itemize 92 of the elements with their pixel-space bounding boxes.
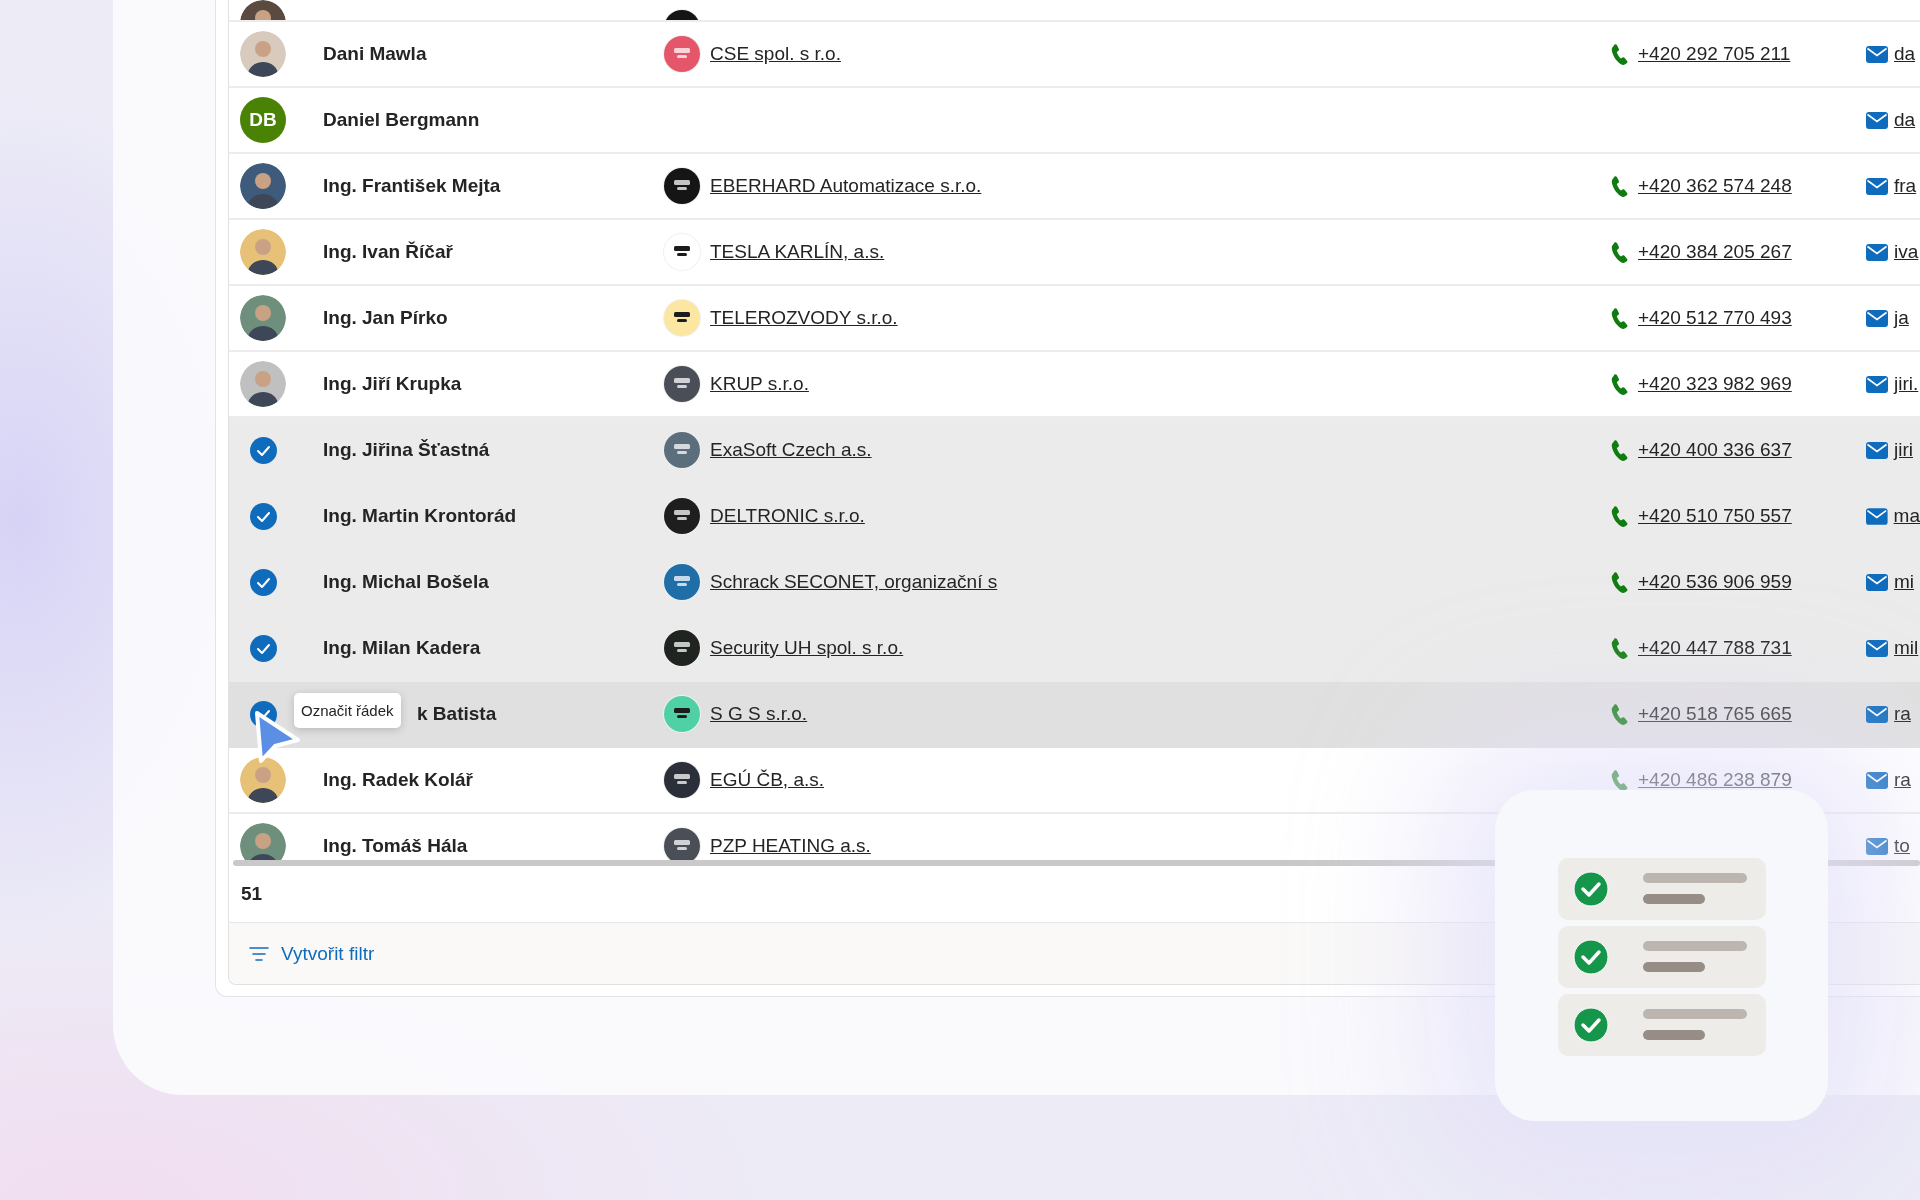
email-link[interactable]: mi	[1894, 571, 1915, 593]
email-link[interactable]: jiri	[1894, 439, 1913, 461]
phone-link[interactable]: +420 384 205 267	[1638, 241, 1792, 263]
contact-name: Ing. Radek Kolář	[323, 769, 473, 790]
mail-icon	[1866, 705, 1888, 723]
create-filter-button[interactable]: Vytvořit filtr	[247, 938, 377, 969]
contact-name: Ing. František Mejta	[323, 175, 501, 196]
tooltip: Označit řádek	[294, 693, 401, 728]
avatar-icon	[240, 229, 286, 275]
company-link[interactable]: Schrack SECONET, organizační s	[710, 571, 998, 593]
company-link[interactable]: KRUP s.r.o.	[710, 373, 809, 395]
mail-icon	[1866, 243, 1888, 261]
phone-link[interactable]: +420 512 770 493	[1638, 307, 1792, 329]
company-link[interactable]: CSE spol. s r.o.	[710, 43, 841, 65]
mail-icon	[1866, 639, 1888, 657]
table-row[interactable]: Ing. Milan Kadera Security UH spol. s r.o. +420 447 788 731 mil	[229, 616, 1920, 682]
email-link[interactable]: jiri.	[1894, 373, 1919, 395]
email-link[interactable]: ma	[1893, 505, 1920, 527]
checkbox[interactable]	[250, 634, 277, 662]
company-link[interactable]: TELEROZVODY s.r.o.	[710, 307, 898, 329]
contact-name: Ing. Ivan Říčař	[323, 241, 453, 262]
mail-icon	[1866, 375, 1888, 393]
phone-icon	[1610, 43, 1630, 65]
company-link[interactable]: PZP HEATING a.s.	[710, 835, 871, 857]
email-link[interactable]: ja	[1894, 307, 1909, 329]
avatar-initials: DB	[240, 97, 286, 143]
table-row[interactable]: Ing. Jiřina Šťastná ExaSoft Czech a.s. +420 400 336 637 jiri	[229, 418, 1920, 484]
email-link[interactable]: da	[1894, 109, 1916, 131]
mail-icon	[1866, 309, 1888, 327]
phone-link[interactable]: +420 536 906 959	[1638, 571, 1792, 593]
avatar-icon	[240, 361, 286, 407]
checkbox[interactable]	[250, 568, 277, 596]
phone-icon	[1610, 241, 1630, 263]
email-link[interactable]: ra	[1894, 703, 1911, 725]
avatar-icon	[240, 31, 286, 77]
contact-name: Ing. Tomáš Hála	[323, 835, 468, 856]
mail-icon	[1866, 573, 1888, 591]
phone-link[interactable]: +420 510 750 557	[1638, 505, 1792, 527]
checkbox[interactable]	[250, 436, 277, 464]
mail-icon	[1866, 771, 1888, 789]
mail-icon	[1866, 837, 1888, 855]
company-link[interactable]: S G S s.r.o.	[710, 703, 808, 725]
mail-icon	[1866, 45, 1888, 63]
contact-name: Ing. Martin Krontorád	[323, 505, 517, 526]
avatar-icon	[240, 757, 286, 803]
contact-name: Ing. Jiřina Šťastná	[323, 439, 490, 460]
phone-link[interactable]: +420 400 336 637	[1638, 439, 1792, 461]
avatar-icon	[240, 295, 286, 341]
contact-name: Ing. Jan Pírko	[323, 307, 448, 328]
phone-icon	[1610, 637, 1630, 659]
phone-icon	[1610, 571, 1630, 593]
company-link[interactable]: TESLA KARLÍN, a.s.	[710, 241, 885, 263]
table-row[interactable]: Ing. Michal Bošela Schrack SECONET, organizační s +420 536 906 959 mi	[229, 550, 1920, 616]
email-link[interactable]: iva	[1894, 241, 1919, 263]
phone-link[interactable]: +420 323 982 969	[1638, 373, 1792, 395]
avatar-icon	[240, 163, 286, 209]
checkbox[interactable]	[250, 502, 277, 530]
phone-icon	[1610, 769, 1630, 791]
contact-name: k Batista	[417, 703, 497, 724]
phone-icon	[1610, 373, 1630, 395]
mail-icon	[1866, 111, 1888, 129]
company-link[interactable]: EGÚ ČB, a.s.	[710, 769, 825, 791]
phone-link[interactable]: +420 447 788 731	[1638, 637, 1792, 659]
contact-name: Ing. Milan Kadera	[323, 637, 481, 658]
table-row[interactable]: Ing. Martin Krontorád DELTRONIC s.r.o. +420 510 750 557 ma	[229, 484, 1920, 550]
phone-icon	[1610, 505, 1630, 527]
phone-icon	[1610, 175, 1630, 197]
phone-link[interactable]: +420 362 574 248	[1638, 175, 1792, 197]
company-link[interactable]: EBERHARD Automatizace s.r.o.	[710, 175, 982, 197]
phone-link[interactable]: +420 292 705 211	[1638, 43, 1791, 65]
company-link[interactable]: ExaSoft Czech a.s.	[710, 439, 872, 461]
contact-name: Daniel Bergmann	[323, 109, 480, 130]
company-link[interactable]: DELTRONIC s.r.o.	[710, 505, 865, 527]
contact-name: Ing. Michal Bošela	[323, 571, 489, 592]
company-link[interactable]: Security UH spol. s r.o.	[710, 637, 904, 659]
phone-icon	[1610, 703, 1630, 725]
email-link[interactable]: mil	[1894, 637, 1919, 659]
email-link[interactable]: fra	[1894, 175, 1917, 197]
table-row[interactable]	[229, 0, 1920, 22]
contact-name: Ing. Jiří Krupka	[323, 373, 462, 394]
record-count: 51	[241, 883, 263, 905]
email-link[interactable]: da	[1894, 43, 1916, 65]
phone-link[interactable]: +420 518 765 665	[1638, 703, 1792, 725]
mail-icon	[1866, 441, 1888, 459]
mail-icon	[1866, 507, 1888, 525]
mail-icon	[1866, 177, 1888, 195]
phone-icon	[1610, 439, 1630, 461]
phone-icon	[1610, 307, 1630, 329]
filter-icon	[249, 945, 269, 962]
email-link[interactable]: ra	[1894, 769, 1911, 791]
contact-name: Dani Mawla	[323, 43, 427, 64]
email-link[interactable]: to	[1894, 835, 1910, 857]
